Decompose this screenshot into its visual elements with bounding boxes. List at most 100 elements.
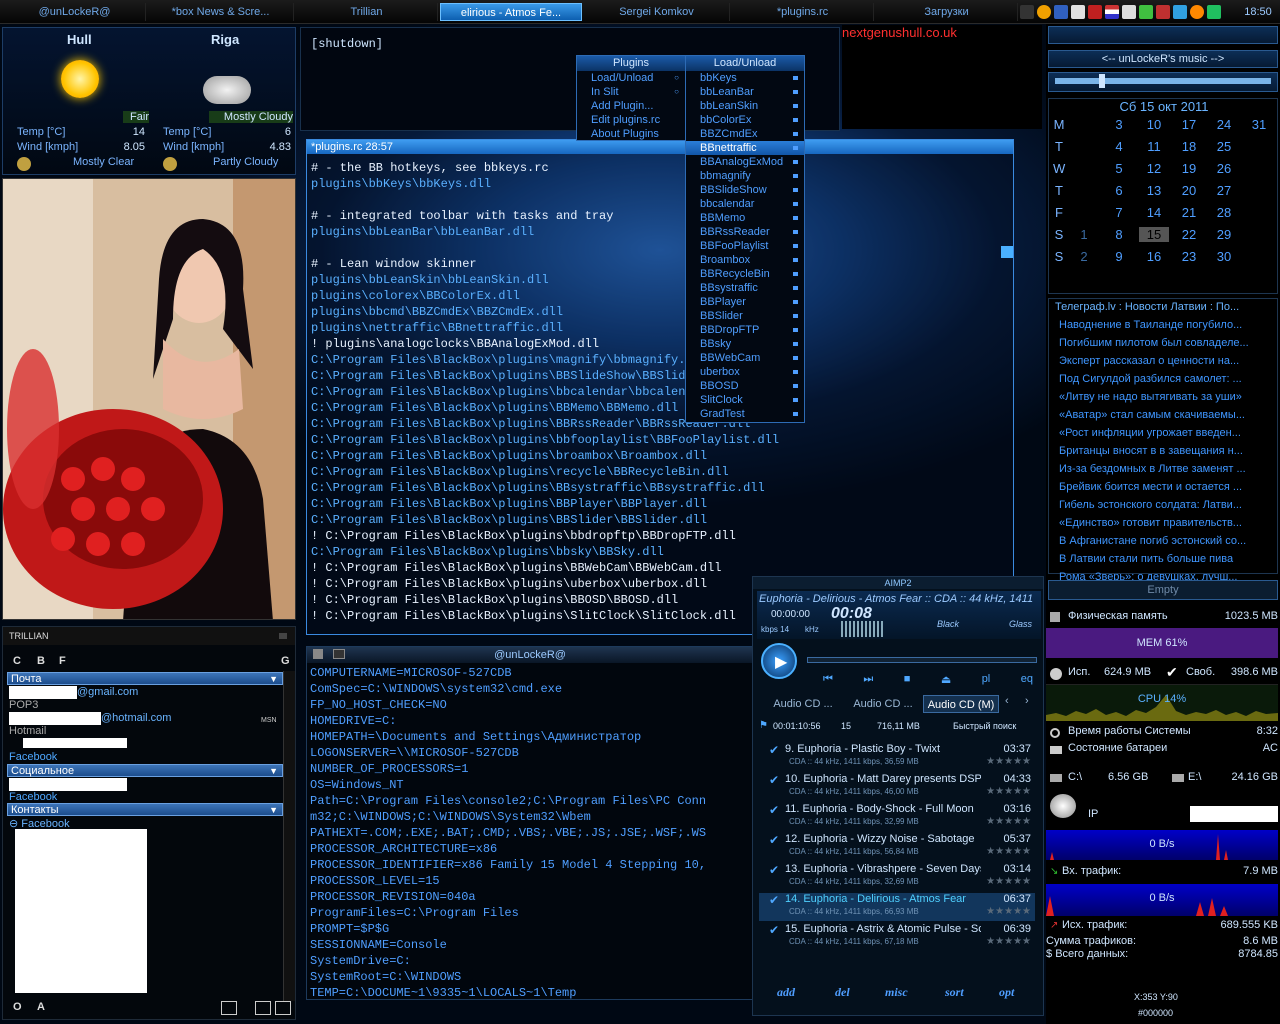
menu-in-slit[interactable]: In Slit ○	[577, 85, 685, 99]
next-icon[interactable]: ⏭	[863, 673, 873, 686]
rss-item[interactable]: Наводнение в Таиланде погубило...	[1059, 319, 1277, 331]
tray-shield-icon[interactable]	[1156, 5, 1170, 19]
rss-item[interactable]: В Афганистане погиб эстонский со...	[1059, 535, 1277, 547]
calendar-day[interactable]: 1	[1069, 227, 1099, 242]
plugin-item[interactable]: BBWebCam	[686, 351, 804, 365]
rating-stars-icon[interactable]: ★★★★★	[986, 816, 1031, 827]
group-social[interactable]: Социальное ▼	[7, 764, 283, 777]
plugin-item[interactable]: BBSlider	[686, 309, 804, 323]
tray-wifi-icon[interactable]	[1088, 5, 1102, 19]
tray-save-icon[interactable]	[1054, 5, 1068, 19]
playlist-track[interactable]: ✔ 10. Euphoria - Matt Darey presents DSP …	[759, 773, 1035, 801]
plugin-item[interactable]: BBRecycleBin	[686, 267, 804, 281]
tray-update-icon[interactable]	[1207, 5, 1221, 19]
plugin-item[interactable]: SlitClock	[686, 393, 804, 407]
bottom-a-button[interactable]: A	[37, 1001, 45, 1013]
quick-search[interactable]: Быстрый поиск	[953, 721, 1023, 731]
menu-about-plugins[interactable]: About Plugins	[577, 127, 685, 141]
eject-icon[interactable]: ⏏	[941, 673, 951, 686]
plugin-item[interactable]: BBSlideShow	[686, 183, 804, 197]
seek-bar[interactable]	[807, 657, 1037, 663]
window-icon[interactable]	[275, 1001, 291, 1015]
calendar-day[interactable]: 19	[1174, 161, 1204, 176]
calendar-day[interactable]: 23	[1174, 249, 1204, 264]
rating-stars-icon[interactable]: ★★★★★	[986, 936, 1031, 947]
task-box-news[interactable]: *box News & Scre...	[148, 3, 294, 21]
rss-title[interactable]: Телеграф.lv : Новости Латвии : По...	[1055, 301, 1273, 313]
sort-button[interactable]: sort	[945, 985, 964, 1000]
stop-icon[interactable]: ■	[904, 673, 911, 686]
plugin-item[interactable]: bbmagnify	[686, 169, 804, 183]
console-tab-icon[interactable]	[333, 649, 345, 659]
tray-firefox-icon[interactable]	[1190, 5, 1204, 19]
rating-stars-icon[interactable]: ★★★★★	[986, 876, 1031, 887]
calendar-day[interactable]: 9	[1104, 249, 1134, 264]
calendar-day[interactable]: 4	[1104, 139, 1134, 154]
rss-item[interactable]: «Литву не надо вытягивать за уши»	[1059, 391, 1277, 403]
plugin-item[interactable]: BBFooPlaylist	[686, 239, 804, 253]
taskbar-clock[interactable]: 18:50	[1236, 3, 1280, 21]
tray-doc-icon[interactable]	[1071, 5, 1085, 19]
calendar-day[interactable]: 26	[1209, 161, 1239, 176]
volume-slider[interactable]	[1048, 72, 1278, 92]
calendar-day[interactable]: 24	[1209, 117, 1239, 132]
tab-audio-cd-1[interactable]: Audio CD ...	[765, 695, 841, 713]
calendar-day[interactable]: 12	[1139, 161, 1169, 176]
skin-black[interactable]: Black	[937, 619, 959, 629]
rss-item[interactable]: Гибель эстонского солдата: Латви...	[1059, 499, 1277, 511]
toolbar-b[interactable]: B	[37, 655, 45, 667]
calendar-day[interactable]: 2	[1069, 249, 1099, 264]
rating-stars-icon[interactable]: ★★★★★	[986, 786, 1031, 797]
calendar-day[interactable]: 17	[1174, 117, 1204, 132]
toolbar-c[interactable]: C	[13, 655, 21, 667]
contact-gmail[interactable]: @gmail.com	[77, 686, 138, 698]
slideshow-photo[interactable]	[2, 178, 296, 620]
misc-button[interactable]: misc	[885, 985, 908, 1000]
plugin-item[interactable]: bbColorEx	[686, 113, 804, 127]
window-icon[interactable]	[221, 1001, 237, 1015]
menu-add-plugin[interactable]: Add Plugin...	[577, 99, 685, 113]
plugin-item[interactable]: Broambox	[686, 253, 804, 267]
toolbar-g[interactable]: G	[281, 655, 290, 667]
calendar-day[interactable]: 27	[1209, 183, 1239, 198]
contact-hotmail[interactable]: Hotmail	[9, 725, 46, 737]
playlist-track[interactable]: ✔ 12. Euphoria - Wizzy Noise - Sabotage CD…	[759, 833, 1035, 861]
calendar-day[interactable]: 15	[1139, 227, 1169, 242]
contact-facebook-2[interactable]: Facebook	[9, 791, 57, 803]
plugin-item[interactable]: BBRssReader	[686, 225, 804, 239]
plugin-item[interactable]: bbKeys	[686, 71, 804, 85]
tray-mail-icon[interactable]	[1122, 5, 1136, 19]
plugin-item[interactable]: bbLeanBar	[686, 85, 804, 99]
minimize-icon[interactable]	[279, 633, 287, 639]
plugin-item[interactable]: BBDropFTP	[686, 323, 804, 337]
task-trillian[interactable]: Trillian	[296, 3, 438, 21]
slider-top[interactable]	[1048, 26, 1278, 44]
calendar-day[interactable]: 7	[1104, 205, 1134, 220]
task-sergei[interactable]: Sergei Komkov	[584, 3, 730, 21]
rss-item[interactable]: Эксперт рассказал о ценности на...	[1059, 355, 1277, 367]
group-contacts[interactable]: Контакты ▼	[7, 803, 283, 816]
tray-flag-icon[interactable]	[1105, 5, 1119, 19]
calendar-day[interactable]: 8	[1104, 227, 1134, 242]
rss-item[interactable]: «Рост инфляции угрожает введен...	[1059, 427, 1277, 439]
plugin-item[interactable]: bbcalendar	[686, 197, 804, 211]
plugin-item[interactable]: BBsky	[686, 337, 804, 351]
contact-hotmail-addr[interactable]: @hotmail.com	[101, 712, 171, 724]
calendar-day[interactable]: 14	[1139, 205, 1169, 220]
calendar-day[interactable]: 16	[1139, 249, 1169, 264]
recycle-empty[interactable]: Empty	[1048, 580, 1278, 600]
opt-button[interactable]: opt	[999, 985, 1014, 1000]
calendar-day[interactable]: 31	[1244, 117, 1274, 132]
tray-aimp-icon[interactable]	[1037, 5, 1051, 19]
calendar-day[interactable]: 6	[1104, 183, 1134, 198]
menu-edit-plugins[interactable]: Edit plugins.rc	[577, 113, 685, 127]
task-aimp[interactable]: elirious - Atmos Fe...	[440, 3, 582, 21]
calendar-day[interactable]: 10	[1139, 117, 1169, 132]
calendar-day[interactable]: 11	[1139, 139, 1169, 154]
rss-item[interactable]: Британцы вносят в в завещания н...	[1059, 445, 1277, 457]
playlist-track[interactable]: ✔ 9. Euphoria - Plastic Boy - Twixt CDA ::…	[759, 743, 1035, 771]
calendar-day[interactable]: 5	[1104, 161, 1134, 176]
playlist-track[interactable]: ✔ 15. Euphoria - Astrix & Atomic Pulse - …	[759, 923, 1035, 951]
rating-stars-icon[interactable]: ★★★★★	[986, 756, 1031, 767]
calendar-day[interactable]: 29	[1209, 227, 1239, 242]
